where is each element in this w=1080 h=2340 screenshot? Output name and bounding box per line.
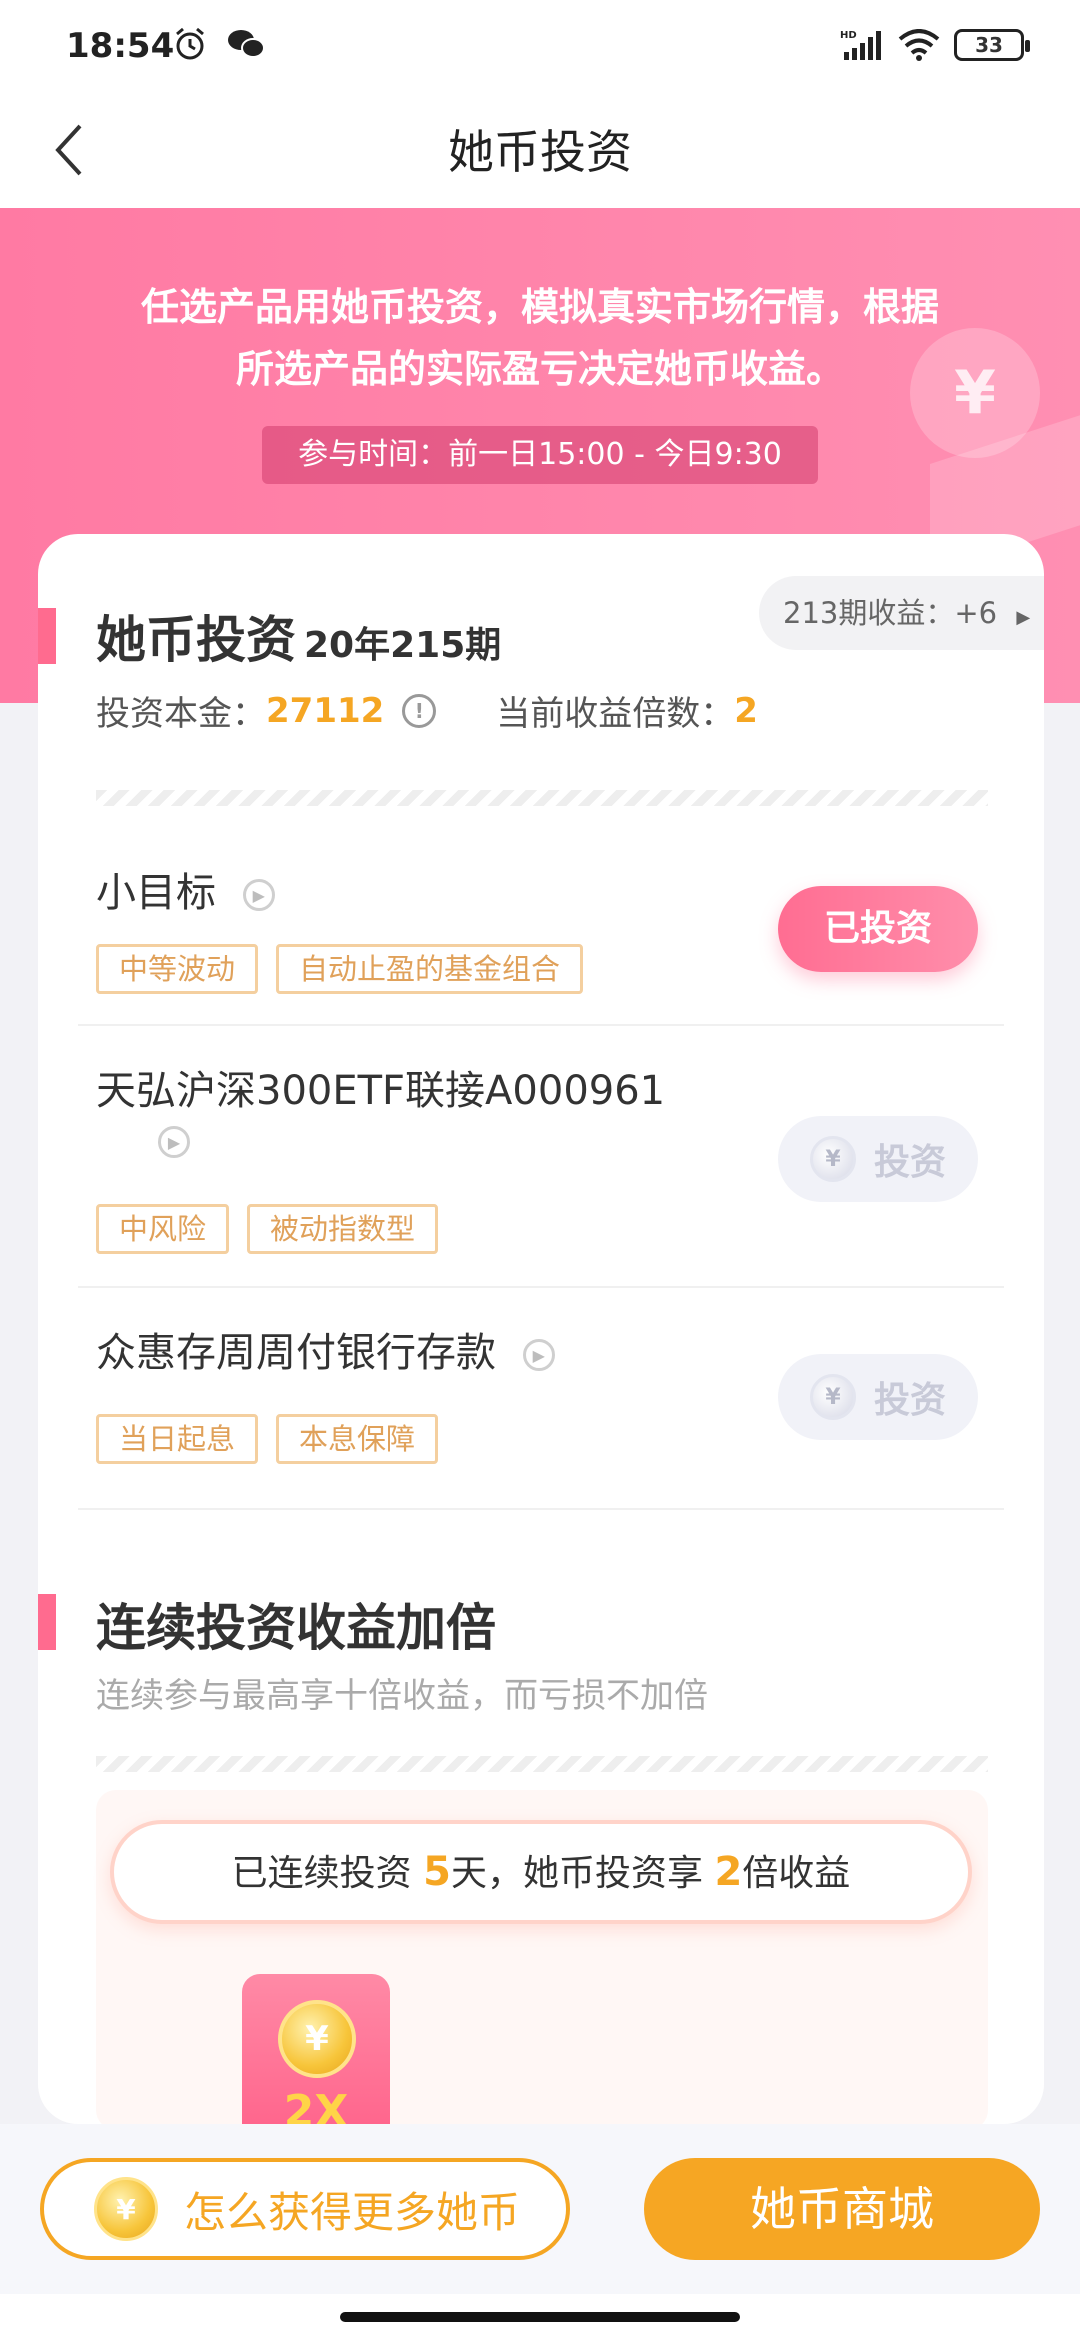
invest-button-label: 投资 bbox=[873, 1142, 946, 1183]
stripe-divider bbox=[96, 790, 988, 806]
chevron-right-icon[interactable]: ▶ bbox=[522, 1339, 555, 1371]
get-more-coins-button[interactable]: ¥ 怎么获得更多她币 bbox=[40, 2158, 570, 2260]
page-title: 她币投资 bbox=[448, 125, 632, 179]
streak-multiplier: 2 bbox=[714, 1849, 743, 1895]
stripe-divider bbox=[96, 1756, 988, 1772]
invest-button[interactable]: ¥ 投资 bbox=[778, 1354, 978, 1440]
product-tag: 中风险 bbox=[96, 1204, 230, 1254]
product-row[interactable]: 小目标 ▶ 中等波动 自动止盈的基金组合 已投资 bbox=[78, 830, 1004, 1026]
section-marker bbox=[38, 1594, 56, 1650]
multiplier-card-label: 2X bbox=[283, 2086, 349, 2124]
streak-middle: 天，她币投资享 bbox=[450, 1853, 703, 1894]
coin-mall-button[interactable]: 她币商城 bbox=[644, 2158, 1040, 2260]
coin-icon: ¥ bbox=[278, 2000, 356, 2078]
previous-income-text: 213期收益：+6 bbox=[783, 596, 998, 630]
hero-line-1: 任选产品用她币投资，模拟真实市场行情，根据 bbox=[140, 285, 939, 329]
triangle-right-icon: ▶ bbox=[1016, 607, 1031, 628]
product-row[interactable]: 天弘沪深300ETF联接A000961 ▶ 中风险 被动指数型 ¥ 投资 bbox=[78, 1026, 1004, 1288]
hd-signal-icon: HD bbox=[840, 30, 881, 60]
streak-status-pill: 已连续投资 5天，她币投资享 2倍收益 bbox=[110, 1820, 972, 1924]
bottom-action-bar: ¥ 怎么获得更多她币 她币商城 bbox=[0, 2124, 1080, 2294]
get-more-coins-label: 怎么获得更多她币 bbox=[184, 2187, 521, 2237]
status-time: 18:54 bbox=[66, 26, 175, 66]
coin-icon: ¥ bbox=[809, 1136, 856, 1182]
product-tags: 中等波动 自动止盈的基金组合 bbox=[96, 944, 584, 994]
streak-prefix: 已连续投资 bbox=[231, 1853, 412, 1894]
product-name-row: 小目标 ▶ bbox=[96, 860, 275, 918]
invest-button[interactable]: ¥ 投资 bbox=[778, 1116, 978, 1202]
previous-income-pill[interactable]: 213期收益：+6 ▶ bbox=[759, 576, 1044, 650]
section-marker bbox=[38, 608, 56, 664]
invest-section-title: 她币投资 20年215期 bbox=[96, 600, 501, 672]
section-title-text: 她币投资 bbox=[96, 611, 296, 669]
streak-suffix: 倍收益 bbox=[742, 1853, 851, 1894]
product-row[interactable]: 众惠存周周付银行存款 ▶ 当日起息 本息保障 ¥ 投资 bbox=[78, 1288, 1004, 1510]
battery-icon: 33 bbox=[954, 29, 1030, 61]
status-right-icons: HD 33 bbox=[840, 28, 1030, 62]
chevron-right-icon[interactable]: ▶ bbox=[158, 1126, 190, 1158]
product-tag: 被动指数型 bbox=[247, 1204, 439, 1254]
product-tags: 中风险 被动指数型 bbox=[96, 1204, 439, 1254]
status-bar: 18:54 HD 33 bbox=[0, 0, 1080, 90]
wifi-icon bbox=[898, 29, 940, 61]
multiplier-label: 当前收益倍数： bbox=[496, 694, 735, 734]
product-name: 小目标 bbox=[96, 870, 216, 916]
product-tag: 当日起息 bbox=[96, 1414, 259, 1464]
product-tag: 中等波动 bbox=[96, 944, 259, 994]
product-tag: 本息保障 bbox=[276, 1414, 439, 1464]
product-name-row: 天弘沪深300ETF联接A000961 bbox=[96, 1058, 665, 1116]
hero-line-2: 所选产品的实际盈亏决定她币收益。 bbox=[235, 347, 844, 391]
principal-label: 投资本金： bbox=[96, 694, 266, 734]
main-card: 她币投资 20年215期 213期收益：+6 ▶ 投资本金： 27112 ! 当前… bbox=[38, 534, 1044, 2124]
product-name: 众惠存周周付银行存款 bbox=[96, 1330, 496, 1376]
status-left-icons bbox=[172, 26, 266, 62]
invested-button[interactable]: 已投资 bbox=[778, 886, 978, 972]
coin-icon: ¥ bbox=[809, 1374, 856, 1420]
multiplier-value: 2 bbox=[734, 690, 758, 731]
streak-days: 5 bbox=[423, 1849, 451, 1895]
invest-meta: 投资本金： 27112 ! 当前收益倍数： 2 bbox=[96, 686, 758, 735]
coin-icon: ¥ bbox=[94, 2177, 158, 2241]
chevron-right-icon[interactable]: ▶ bbox=[242, 879, 275, 911]
product-name-row: 众惠存周周付银行存款 ▶ bbox=[96, 1320, 555, 1378]
info-icon[interactable]: ! bbox=[402, 693, 437, 728]
alarm-icon bbox=[176, 27, 204, 60]
svg-text:HD: HD bbox=[840, 30, 857, 41]
streak-section-title: 连续投资收益加倍 bbox=[96, 1599, 496, 1657]
navbar: 她币投资 bbox=[0, 90, 1080, 208]
home-indicator[interactable] bbox=[340, 2312, 740, 2322]
invest-button-label: 投资 bbox=[873, 1380, 946, 1421]
multiplier-card: ¥ 2X bbox=[242, 1974, 390, 2124]
hero-description: 任选产品用她币投资，模拟真实市场行情，根据 所选产品的实际盈亏决定她币收益。 bbox=[0, 276, 1080, 400]
streak-section-subtitle: 连续参与最高享十倍收益，而亏损不加倍 bbox=[96, 1676, 708, 1716]
period-label: 20年215期 bbox=[304, 625, 502, 666]
product-name: 天弘沪深300ETF联接A000961 bbox=[96, 1068, 666, 1114]
product-tag: 自动止盈的基金组合 bbox=[276, 944, 584, 994]
principal-value: 27112 bbox=[266, 690, 385, 731]
participation-time: 参与时间：前一日15:00 - 今日9:30 bbox=[262, 426, 818, 484]
wechat-icon bbox=[228, 30, 265, 58]
product-tags: 当日起息 本息保障 bbox=[96, 1414, 439, 1464]
